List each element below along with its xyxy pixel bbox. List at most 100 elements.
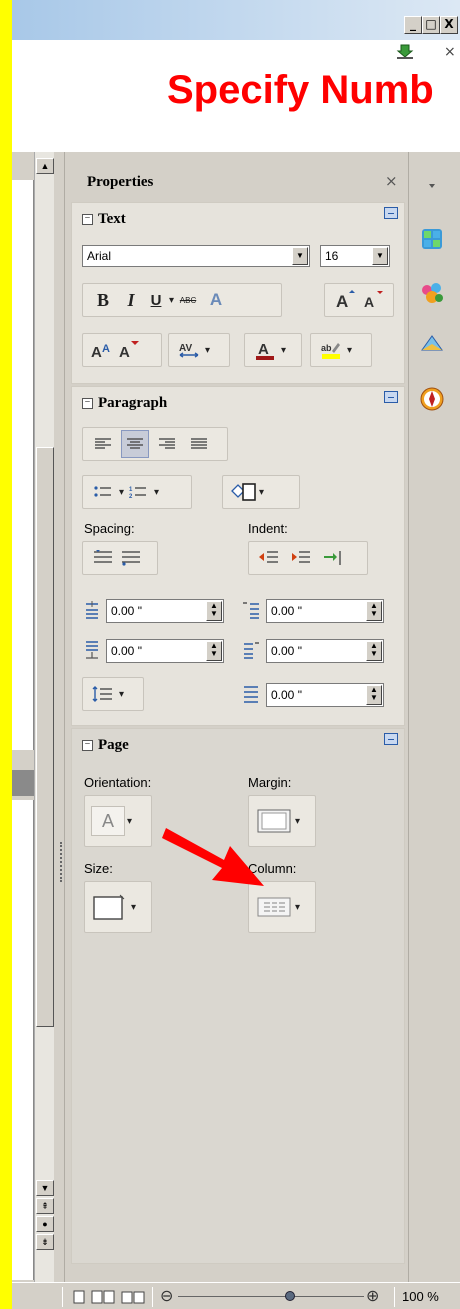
numbered-list-icon[interactable]: 12 (124, 478, 152, 506)
after-indent-spin-icon[interactable]: ▲ ▼ (366, 641, 382, 661)
maximize-button[interactable]: □ (422, 16, 440, 34)
orientation-dropdown-icon[interactable]: ▾ (127, 816, 132, 827)
italic-button[interactable]: I (117, 286, 145, 314)
download-icon[interactable] (396, 44, 414, 60)
scroll-up-button[interactable]: ▲ (36, 158, 54, 174)
first-line-indent-icon (244, 686, 258, 703)
column-dropdown-icon[interactable]: ▾ (295, 902, 300, 913)
before-indent-spin-icon[interactable]: ▲ ▼ (366, 601, 382, 621)
decrease-font-icon[interactable]: A (359, 286, 387, 314)
after-indent-field[interactable]: 0.00 " ▲ ▼ (266, 639, 384, 663)
sidebar-menu-icon[interactable] (419, 174, 445, 200)
below-spacing-field[interactable]: 0.00 " ▲ ▼ (106, 639, 224, 663)
font-name-combo[interactable]: Arial ▼ (82, 245, 310, 267)
sidebar-close-icon[interactable]: × (385, 172, 398, 190)
font-size-dropdown-icon[interactable]: ▼ (372, 247, 388, 265)
superscript-icon[interactable]: AA (89, 336, 117, 364)
navigator-icon[interactable] (419, 332, 445, 358)
panel-options-icon[interactable] (384, 733, 398, 745)
increase-spacing-icon[interactable] (89, 544, 117, 572)
first-line-indent-spin-icon[interactable]: ▲ ▼ (366, 685, 382, 705)
collapse-icon[interactable]: − (82, 740, 93, 751)
paragraph-panel-header[interactable]: − Paragraph (82, 395, 167, 412)
single-page-view-icon[interactable] (72, 1289, 86, 1305)
bold-button[interactable]: B (89, 286, 117, 314)
align-left-icon[interactable] (89, 430, 117, 458)
before-indent-value: 0.00 " (271, 604, 302, 618)
sidebar-tab-bar (408, 152, 460, 1282)
shadow-button[interactable]: A (202, 286, 230, 314)
collapse-icon[interactable]: − (82, 214, 93, 225)
below-spacing-spin-icon[interactable]: ▲ ▼ (206, 641, 222, 661)
panel-options-icon[interactable] (384, 391, 398, 403)
font-name-value: Arial (87, 249, 112, 263)
gallery-icon[interactable] (419, 280, 445, 306)
styles-icon[interactable] (419, 226, 445, 252)
bullet-list-icon[interactable] (89, 478, 117, 506)
character-spacing-dropdown-icon[interactable]: ▾ (205, 345, 210, 356)
previous-page-button[interactable]: ⇞ (36, 1198, 54, 1214)
font-color-dropdown-icon[interactable]: ▾ (281, 345, 286, 356)
scrollbar-thumb[interactable] (36, 447, 54, 1027)
align-justify-icon[interactable] (185, 430, 213, 458)
subscript-icon[interactable]: A (117, 336, 145, 364)
first-line-indent-field[interactable]: 0.00 " ▲ ▼ (266, 683, 384, 707)
below-spacing-icon (86, 641, 98, 659)
minimize-button[interactable]: _ (404, 16, 422, 34)
zoom-level[interactable]: 100 % (402, 1289, 439, 1304)
zoom-out-icon[interactable]: ⊖ (160, 1286, 173, 1306)
line-spacing-dropdown-icon[interactable]: ▾ (119, 689, 124, 700)
page-size-dropdown-icon[interactable]: ▾ (131, 902, 136, 913)
splitter-grip[interactable] (60, 842, 62, 882)
highlight-icon[interactable]: ab (317, 336, 345, 364)
highlight-dropdown-icon[interactable]: ▾ (347, 345, 352, 356)
margin-dropdown-icon[interactable]: ▾ (295, 816, 300, 827)
zoom-in-icon[interactable]: ⊕ (366, 1286, 379, 1306)
orientation-icon[interactable]: A (91, 806, 125, 836)
column-icon[interactable] (255, 892, 293, 922)
multi-page-view-icon[interactable] (90, 1289, 116, 1305)
before-indent-field[interactable]: 0.00 " ▲ ▼ (266, 599, 384, 623)
paragraph-background-icon[interactable] (229, 478, 257, 506)
strikethrough-button[interactable]: ABC (174, 286, 202, 314)
align-center-icon[interactable] (121, 430, 149, 458)
scroll-down-button[interactable]: ▼ (36, 1180, 54, 1196)
decrease-spacing-icon[interactable] (117, 544, 145, 572)
indent-label: Indent: (248, 521, 288, 536)
compass-icon[interactable] (419, 386, 445, 412)
zoom-slider[interactable] (178, 1296, 364, 1297)
text-panel-header[interactable]: − Text (82, 211, 126, 228)
paragraph-background-dropdown-icon[interactable]: ▾ (259, 487, 264, 498)
vertical-scrollbar[interactable]: ▲ ▼ ⇞ ● ⇟ (34, 152, 54, 1282)
svg-text:A: A (102, 343, 110, 355)
document-page[interactable] (12, 800, 34, 1280)
navigation-button[interactable]: ● (36, 1216, 54, 1232)
increase-indent-icon[interactable] (255, 544, 283, 572)
spacing-toolbar-buttons (82, 541, 158, 575)
underline-button[interactable]: U (145, 286, 167, 314)
panel-options-icon[interactable] (384, 207, 398, 219)
font-size-combo[interactable]: 16 ▼ (320, 245, 390, 267)
close-button[interactable]: X (440, 16, 458, 34)
document-close-icon[interactable]: × (444, 44, 456, 60)
increase-font-icon[interactable]: A (331, 286, 359, 314)
decrease-indent-icon[interactable] (287, 544, 315, 572)
book-view-icon[interactable] (120, 1289, 146, 1305)
align-right-icon[interactable] (153, 430, 181, 458)
collapse-icon[interactable]: − (82, 398, 93, 409)
page-panel-header[interactable]: − Page (82, 737, 129, 754)
case-toolbar: AA A (82, 333, 162, 367)
hanging-indent-icon[interactable] (319, 544, 347, 572)
font-size-toolbar: A A (324, 283, 394, 317)
above-spacing-spin-icon[interactable]: ▲ ▼ (206, 601, 222, 621)
character-spacing-icon[interactable]: AV (175, 336, 203, 364)
document-page[interactable] (12, 180, 34, 750)
page-size-icon[interactable] (91, 892, 129, 922)
line-spacing-icon[interactable] (89, 680, 117, 708)
above-spacing-field[interactable]: 0.00 " ▲ ▼ (106, 599, 224, 623)
next-page-button[interactable]: ⇟ (36, 1234, 54, 1250)
font-color-icon[interactable]: A (251, 336, 279, 364)
font-name-dropdown-icon[interactable]: ▼ (292, 247, 308, 265)
zoom-slider-thumb[interactable] (284, 1291, 295, 1301)
numbered-list-dropdown-icon[interactable]: ▾ (154, 487, 159, 498)
